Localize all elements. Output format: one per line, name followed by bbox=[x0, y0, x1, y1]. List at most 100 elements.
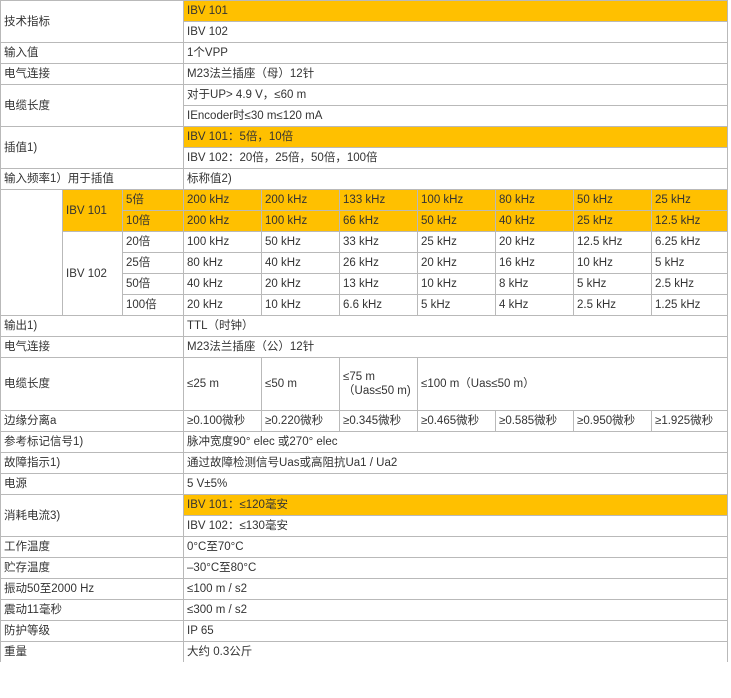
current-consumption-label: 消耗电流3) bbox=[0, 494, 185, 537]
freq-value: 1.25 kHz bbox=[651, 294, 729, 316]
edge-separation-label: 边缘分离a bbox=[0, 410, 185, 432]
storage-temp-value: –30°C至80°C bbox=[183, 557, 729, 579]
input-value-label: 输入值 bbox=[0, 42, 185, 64]
freq-value: 25 kHz bbox=[417, 231, 497, 253]
freq-value: 12.5 kHz bbox=[651, 210, 729, 232]
freq-value: 25 kHz bbox=[651, 189, 729, 211]
freq-value: 80 kHz bbox=[183, 252, 263, 274]
freq-factor: 20倍 bbox=[121, 231, 185, 253]
output-value: TTL（时钟） bbox=[183, 315, 729, 337]
spec-header-label: 技术指标 bbox=[0, 0, 185, 43]
freq-value: 10 kHz bbox=[261, 294, 341, 316]
electrical-connection-out-value: M23法兰插座（公）12针 bbox=[183, 336, 729, 358]
spec-table: 技术指标 IBV 101 IBV 102 输入值 1个VPP 电气连接 M23法… bbox=[0, 0, 729, 662]
weight-value: 大约 0.3公斤 bbox=[183, 641, 729, 662]
cable-length-in-label: 电缆长度 bbox=[0, 84, 185, 127]
freq-value: 50 kHz bbox=[417, 210, 497, 232]
freq-model-ibv101: IBV 101 bbox=[62, 189, 123, 232]
cable-length-in-line-2: IEncoder时≤30 m≤120 mA bbox=[183, 105, 729, 127]
operating-temp-label: 工作温度 bbox=[0, 536, 185, 558]
input-freq-nominal: 标称值2) bbox=[183, 168, 729, 190]
freq-value: 200 kHz bbox=[261, 189, 341, 211]
freq-value: 5 kHz bbox=[651, 252, 729, 274]
freq-value: 2.5 kHz bbox=[573, 294, 653, 316]
reference-mark-label: 参考标记信号1) bbox=[0, 431, 185, 453]
electrical-connection-in-value: M23法兰插座（母）12针 bbox=[183, 63, 729, 85]
power-supply-label: 电源 bbox=[0, 473, 185, 495]
edge-separation-value: ≥0.950微秒 bbox=[573, 410, 653, 432]
freq-value: 5 kHz bbox=[417, 294, 497, 316]
electrical-connection-out-label: 电气连接 bbox=[0, 336, 185, 358]
freq-value: 100 kHz bbox=[183, 231, 263, 253]
freq-value: 6.6 kHz bbox=[339, 294, 419, 316]
freq-value: 4 kHz bbox=[495, 294, 575, 316]
input-freq-label: 输入频率1）用于插值 bbox=[0, 168, 185, 190]
shock-value: ≤300 m / s2 bbox=[183, 599, 729, 621]
interpolation-label: 插值1) bbox=[0, 126, 185, 169]
freq-value: 50 kHz bbox=[573, 189, 653, 211]
freq-value: 10 kHz bbox=[417, 273, 497, 295]
freq-value: 8 kHz bbox=[495, 273, 575, 295]
operating-temp-value: 0°C至70°C bbox=[183, 536, 729, 558]
freq-value: 26 kHz bbox=[339, 252, 419, 274]
fault-indication-value: 通过故障检测信号Uas或高阻抗Ua1 / Ua2 bbox=[183, 452, 729, 474]
edge-separation-value: ≥0.585微秒 bbox=[495, 410, 575, 432]
freq-value: 200 kHz bbox=[183, 210, 263, 232]
model-ibv101: IBV 101 bbox=[183, 0, 729, 22]
cable-length-in-line-1: 对于UP> 4.9 V，≤60 m bbox=[183, 84, 729, 106]
interpolation-ibv102: IBV 102：20倍，25倍，50倍，100倍 bbox=[183, 147, 729, 169]
freq-value: 20 kHz bbox=[183, 294, 263, 316]
freq-factor: 100倍 bbox=[121, 294, 185, 316]
freq-value: 12.5 kHz bbox=[573, 231, 653, 253]
storage-temp-label: 贮存温度 bbox=[0, 557, 185, 579]
cable-length-out-value: ≤100 m（Uas≤50 m） bbox=[417, 357, 729, 411]
model-ibv102: IBV 102 bbox=[183, 21, 729, 43]
freq-value: 50 kHz bbox=[261, 231, 341, 253]
interpolation-ibv101: IBV 101：5倍，10倍 bbox=[183, 126, 729, 148]
freq-value: 100 kHz bbox=[417, 189, 497, 211]
freq-value: 200 kHz bbox=[183, 189, 263, 211]
freq-factor: 5倍 bbox=[121, 189, 185, 211]
shock-label: 震动11毫秒 bbox=[0, 599, 185, 621]
vibration-label: 振动50至2000 Hz bbox=[0, 578, 185, 600]
freq-factor: 10倍 bbox=[121, 210, 185, 232]
output-label: 输出1) bbox=[0, 315, 185, 337]
input-value: 1个VPP bbox=[183, 42, 729, 64]
freq-model-ibv102: IBV 102 bbox=[62, 231, 123, 316]
freq-value: 16 kHz bbox=[495, 252, 575, 274]
power-supply-value: 5 V±5% bbox=[183, 473, 729, 495]
freq-value: 13 kHz bbox=[339, 273, 419, 295]
electrical-connection-in-label: 电气连接 bbox=[0, 63, 185, 85]
freq-value: 6.25 kHz bbox=[651, 231, 729, 253]
vibration-value: ≤100 m / s2 bbox=[183, 578, 729, 600]
current-consumption-ibv101: IBV 101：≤120毫安 bbox=[183, 494, 729, 516]
freq-value: 40 kHz bbox=[261, 252, 341, 274]
freq-factor: 25倍 bbox=[121, 252, 185, 274]
freq-value: 2.5 kHz bbox=[651, 273, 729, 295]
edge-separation-value: ≥0.100微秒 bbox=[183, 410, 263, 432]
weight-label: 重量 bbox=[0, 641, 185, 662]
reference-mark-value: 脉冲宽度90° elec 或270° elec bbox=[183, 431, 729, 453]
edge-separation-value: ≥1.925微秒 bbox=[651, 410, 729, 432]
fault-indication-label: 故障指示1) bbox=[0, 452, 185, 474]
freq-value: 100 kHz bbox=[261, 210, 341, 232]
freq-value: 25 kHz bbox=[573, 210, 653, 232]
freq-value: 20 kHz bbox=[495, 231, 575, 253]
cable-length-out-value: ≤75 m（Uas≤50 m) bbox=[339, 357, 419, 411]
cable-length-out-value: ≤50 m bbox=[261, 357, 341, 411]
protection-value: IP 65 bbox=[183, 620, 729, 642]
freq-value: 40 kHz bbox=[183, 273, 263, 295]
edge-separation-value: ≥0.345微秒 bbox=[339, 410, 419, 432]
freq-value: 5 kHz bbox=[573, 273, 653, 295]
freq-value: 40 kHz bbox=[495, 210, 575, 232]
edge-separation-value: ≥0.220微秒 bbox=[261, 410, 341, 432]
cable-length-out-label: 电缆长度 bbox=[0, 357, 185, 411]
current-consumption-ibv102: IBV 102：≤130毫安 bbox=[183, 515, 729, 537]
freq-factor: 50倍 bbox=[121, 273, 185, 295]
freq-value: 66 kHz bbox=[339, 210, 419, 232]
cable-length-out-value: ≤25 m bbox=[183, 357, 263, 411]
protection-label: 防护等级 bbox=[0, 620, 185, 642]
freq-value: 10 kHz bbox=[573, 252, 653, 274]
freq-value: 20 kHz bbox=[261, 273, 341, 295]
edge-separation-value: ≥0.465微秒 bbox=[417, 410, 497, 432]
